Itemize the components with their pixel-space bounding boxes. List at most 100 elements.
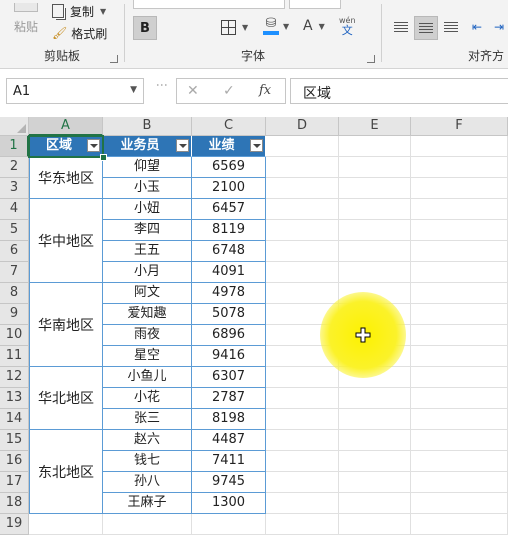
performance-cell[interactable]: 2787	[192, 388, 266, 409]
fill-handle[interactable]	[100, 154, 107, 161]
font-dialog-launcher-icon[interactable]	[367, 55, 375, 63]
ribbon: 粘贴 复制 ▼ 🖌 格式刷 剪贴板 B ▼ ⛁ ▼ A ▼ wén 文 字体 ⇤…	[0, 0, 508, 69]
font-name-dropdown[interactable]	[133, 0, 285, 9]
enter-check-icon[interactable]: ✓	[223, 83, 235, 99]
performance-cell[interactable]: 1300	[192, 493, 266, 514]
region-cell[interactable]: 东北地区	[29, 430, 103, 514]
performance-cell[interactable]: 5078	[192, 304, 266, 325]
formula-buttons: ✕ ✓ fx	[176, 78, 286, 104]
align-right-button[interactable]	[440, 16, 462, 38]
bold-button[interactable]: B	[133, 16, 157, 40]
align-center-button[interactable]	[414, 16, 438, 40]
filter-dropdown-icon[interactable]	[250, 139, 263, 152]
performance-cell[interactable]: 6457	[192, 199, 266, 220]
phonetic-guide-button[interactable]: wén 文	[339, 12, 356, 40]
row-header-15[interactable]: 15	[0, 430, 29, 451]
salesperson-cell[interactable]: 小月	[103, 262, 192, 283]
column-header-e[interactable]: E	[339, 117, 411, 136]
borders-button[interactable]: ▼	[221, 16, 248, 38]
salesperson-cell[interactable]: 阿文	[103, 283, 192, 304]
column-header-a[interactable]: A	[29, 117, 103, 136]
paste-button[interactable]: 粘贴	[6, 0, 46, 40]
row-header-17[interactable]: 17	[0, 472, 29, 493]
row-header-12[interactable]: 12	[0, 367, 29, 388]
salesperson-cell[interactable]: 小玉	[103, 178, 192, 199]
row-header-4[interactable]: 4	[0, 199, 29, 220]
salesperson-cell[interactable]: 小花	[103, 388, 192, 409]
insert-function-icon[interactable]: fx	[259, 83, 271, 98]
row-header-5[interactable]: 5	[0, 220, 29, 241]
salesperson-cell[interactable]: 王五	[103, 241, 192, 262]
name-box[interactable]: A1 ▼	[6, 78, 144, 104]
select-all-button[interactable]	[0, 117, 29, 136]
row-header-13[interactable]: 13	[0, 388, 29, 409]
salesperson-cell[interactable]: 张三	[103, 409, 192, 430]
column-header-d[interactable]: D	[266, 117, 339, 136]
salesperson-cell[interactable]: 孙八	[103, 472, 192, 493]
formula-input[interactable]: 区域	[290, 78, 508, 104]
row-header-7[interactable]: 7	[0, 262, 29, 283]
performance-cell[interactable]: 6748	[192, 241, 266, 262]
region-cell[interactable]: 华北地区	[29, 367, 103, 430]
decrease-indent-button[interactable]: ⇤	[466, 16, 488, 38]
copy-button[interactable]: 复制 ▼	[52, 2, 106, 20]
font-size-dropdown[interactable]	[289, 0, 341, 9]
salesperson-cell[interactable]: 仰望	[103, 157, 192, 178]
row-header-8[interactable]: 8	[0, 283, 29, 304]
align-left-button[interactable]	[390, 16, 412, 38]
row-header-6[interactable]: 6	[0, 241, 29, 262]
salesperson-cell[interactable]: 小鱼儿	[103, 367, 192, 388]
performance-cell[interactable]: 4487	[192, 430, 266, 451]
row-header-14[interactable]: 14	[0, 409, 29, 430]
performance-cell[interactable]: 9416	[192, 346, 266, 367]
format-painter-button[interactable]: 🖌 格式刷	[52, 24, 107, 42]
chevron-down-icon[interactable]: ▼	[130, 85, 137, 95]
region-cell[interactable]: 华东地区	[29, 157, 103, 199]
formula-bar: A1 ▼ ⋮ ✕ ✓ fx 区域	[0, 69, 508, 117]
performance-cell[interactable]: 6896	[192, 325, 266, 346]
filter-dropdown-icon[interactable]	[87, 139, 100, 152]
performance-cell[interactable]: 8119	[192, 220, 266, 241]
performance-cell[interactable]: 4978	[192, 283, 266, 304]
header-region[interactable]: 区域	[29, 136, 103, 157]
salesperson-cell[interactable]: 王麻子	[103, 493, 192, 514]
clipboard-group: 粘贴 复制 ▼ 🖌 格式刷 剪贴板	[0, 0, 124, 68]
formula-bar-splitter-icon[interactable]: ⋮	[155, 79, 169, 89]
column-header-c[interactable]: C	[192, 117, 266, 136]
salesperson-cell[interactable]: 钱七	[103, 451, 192, 472]
row-header-3[interactable]: 3	[0, 178, 29, 199]
performance-cell[interactable]: 7411	[192, 451, 266, 472]
column-header-f[interactable]: F	[411, 117, 508, 136]
salesperson-cell[interactable]: 雨夜	[103, 325, 192, 346]
filter-dropdown-icon[interactable]	[176, 139, 189, 152]
increase-indent-button[interactable]: ⇥	[488, 16, 508, 38]
font-color-button[interactable]: A ▼	[303, 14, 325, 38]
clipboard-dialog-launcher-icon[interactable]	[110, 55, 118, 63]
region-cell[interactable]: 华中地区	[29, 199, 103, 283]
salesperson-cell[interactable]: 赵六	[103, 430, 192, 451]
salesperson-cell[interactable]: 李四	[103, 220, 192, 241]
cancel-icon[interactable]: ✕	[187, 83, 199, 99]
salesperson-cell[interactable]: 爱知趣	[103, 304, 192, 325]
row-header-2[interactable]: 2	[0, 157, 29, 178]
row-header-11[interactable]: 11	[0, 346, 29, 367]
region-cell[interactable]: 华南地区	[29, 283, 103, 367]
salesperson-cell[interactable]: 小妞	[103, 199, 192, 220]
performance-cell[interactable]: 6569	[192, 157, 266, 178]
header-performance[interactable]: 业绩	[192, 136, 266, 157]
row-header-9[interactable]: 9	[0, 304, 29, 325]
header-salesperson[interactable]: 业务员	[103, 136, 192, 157]
chevron-down-icon: ▼	[100, 6, 107, 16]
performance-cell[interactable]: 8198	[192, 409, 266, 430]
performance-cell[interactable]: 6307	[192, 367, 266, 388]
row-header-10[interactable]: 10	[0, 325, 29, 346]
salesperson-cell[interactable]: 星空	[103, 346, 192, 367]
column-header-b[interactable]: B	[103, 117, 192, 136]
row-header-16[interactable]: 16	[0, 451, 29, 472]
performance-cell[interactable]: 9745	[192, 472, 266, 493]
performance-cell[interactable]: 2100	[192, 178, 266, 199]
performance-cell[interactable]: 4091	[192, 262, 266, 283]
row-header-18[interactable]: 18	[0, 493, 29, 514]
fill-color-button[interactable]: ⛁ ▼	[263, 14, 289, 38]
row-header-1[interactable]: 1	[0, 136, 29, 157]
